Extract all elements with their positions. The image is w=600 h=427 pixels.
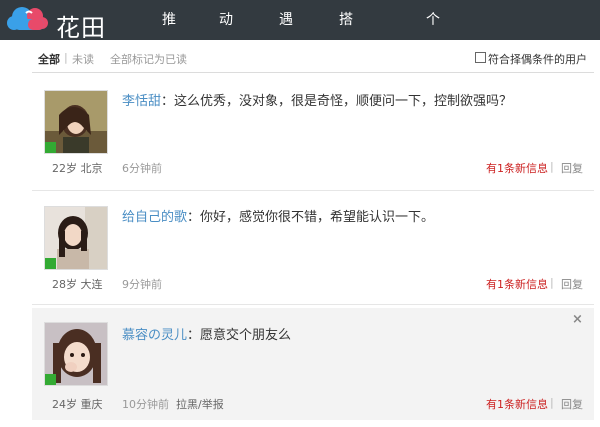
sender-name[interactable]: 李恬甜 [122,94,161,109]
message-item: 28岁 大连 给自己的歌：你好，感觉你很不错，希望能认识一下。 9分钟前 有1条… [32,194,594,302]
new-message-link[interactable]: 有1条新信息 [486,276,548,292]
reply-button[interactable]: 回复 [561,160,583,176]
filter-all[interactable]: 全部 [38,51,60,67]
message-time: 10分钟前 [122,398,169,411]
nav-encounter[interactable]: 遇见 [279,0,293,80]
message-filter-bar: 全部 | 未读 全部标记为已读 符合择偶条件的用户 [32,48,592,68]
new-message-link[interactable]: 有1条新信息 [486,160,548,176]
colon: ： [187,210,201,225]
cloud-logo-icon [7,7,48,30]
message-time: 9分钟前 [122,278,162,291]
action-separator: | [550,276,554,289]
message-line: 慕容の灵儿：愿意交个朋友么 [122,324,291,343]
sender-name[interactable]: 给自己的歌 [122,210,187,225]
message-item-hovered: × 24岁 重庆 慕容の灵儿：愿意交个朋友么 10分钟前 拉黑/举报 有1条新信… [32,308,594,420]
nav-recommend[interactable]: 推荐 [162,0,176,80]
message-text: 你好，感觉你很不错，希望能认识一下。 [200,210,435,225]
mark-all-read-link[interactable]: 全部标记为已读 [110,51,187,67]
age-city: 28岁 大连 [52,278,103,291]
match-criteria-checkbox[interactable] [475,52,486,63]
sender-name[interactable]: 慕容の灵儿 [122,328,187,343]
message-item: 22岁 北京 李恬甜：这么优秀，没对象，很是奇怪，顺便问一下，控制欲强吗？ 6分… [32,78,594,186]
nav-activity[interactable]: 动态 [219,0,233,80]
top-nav-bar: 花田 推荐 动态 遇见 搭讪广场 个人主页 [0,0,600,148]
reply-button[interactable]: 回复 [561,276,583,292]
block-report-link[interactable]: 拉黑/举报 [176,396,224,412]
avatar[interactable] [44,90,108,154]
online-indicator [45,142,56,153]
message-time: 6分钟前 [122,162,162,175]
filter-unread[interactable]: 未读 [72,51,94,67]
age-city: 22岁 北京 [52,162,103,175]
huatian-logo[interactable]: 花田 [4,3,124,42]
message-separator [32,190,594,191]
filter-divider [32,72,594,73]
colon: ： [187,328,201,343]
age-city: 24岁 重庆 [52,398,103,411]
online-indicator [45,374,56,385]
message-text: 愿意交个朋友么 [200,328,292,343]
action-separator: | [550,396,554,409]
match-criteria-label: 符合择偶条件的用户 [488,53,587,66]
new-message-link[interactable]: 有1条新信息 [486,396,548,412]
message-text: 这么优秀，没对象，很是奇怪，顺便问一下，控制欲强吗？ [174,94,513,109]
reply-button[interactable]: 回复 [561,396,583,412]
online-indicator [45,258,56,269]
message-separator [32,304,594,305]
message-line: 李恬甜：这么优秀，没对象，很是奇怪，顺便问一下，控制欲强吗？ [122,90,512,109]
avatar[interactable] [44,322,108,386]
close-icon[interactable]: × [572,312,583,327]
colon: ： [161,94,175,109]
message-line: 给自己的歌：你好，感觉你很不错，希望能认识一下。 [122,206,434,225]
action-separator: | [550,160,554,173]
filter-separator: | [64,51,68,64]
avatar[interactable] [44,206,108,270]
logo-text: 花田 [56,14,106,42]
